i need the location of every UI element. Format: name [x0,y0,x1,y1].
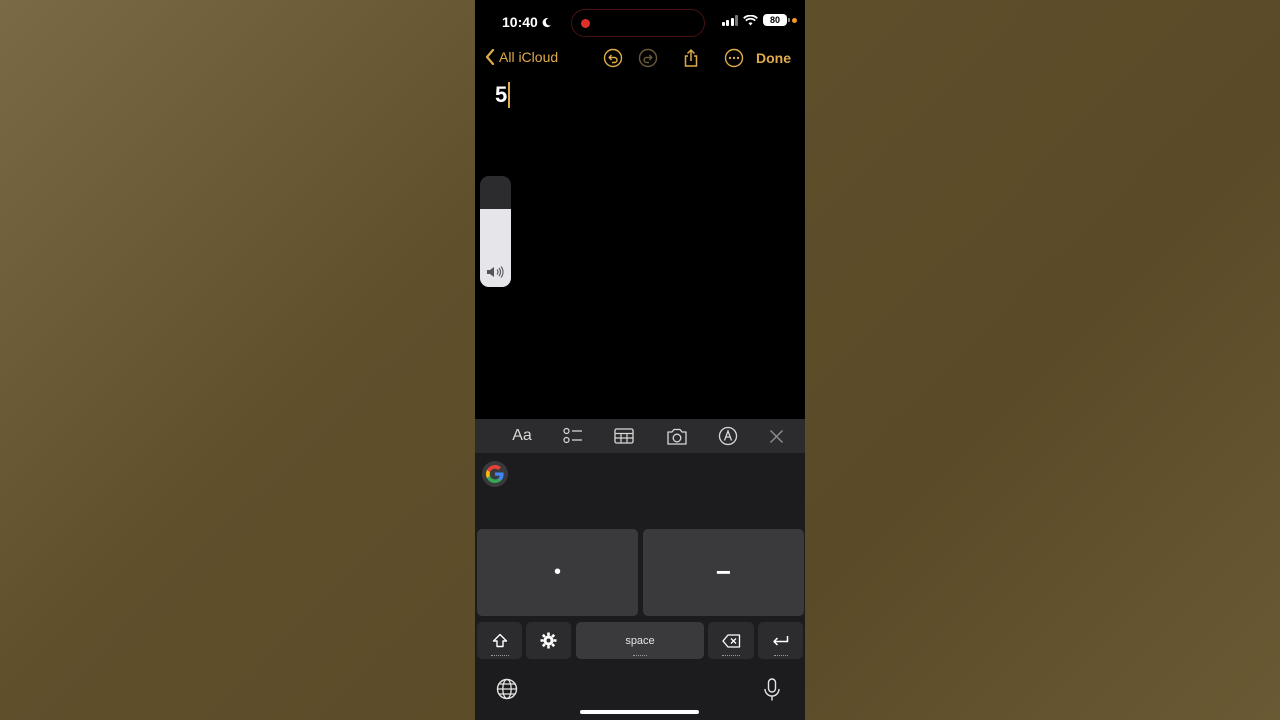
globe-button[interactable] [496,678,518,705]
dot-key[interactable]: • [477,529,638,616]
format-button[interactable]: Aa [511,426,533,446]
time-label: 10:40 [502,14,538,30]
close-icon [769,429,783,443]
table-button[interactable] [614,426,634,446]
back-label: All iCloud [499,49,559,65]
checklist-button[interactable] [563,426,583,446]
status-indicators: 80 [721,14,797,26]
chevron-left-icon [485,49,495,65]
more-button[interactable] [724,48,744,68]
volume-hud [480,176,511,287]
morse-hint [633,655,647,656]
google-g-icon [486,465,504,483]
phone-screen: 10:40 80 All iCloud Done 5 Aa • − space [475,0,805,720]
home-indicator[interactable] [580,710,699,714]
space-key[interactable]: space [576,622,704,659]
dynamic-island [571,9,705,37]
close-toolbar-button[interactable] [768,426,784,446]
space-label: space [625,634,655,647]
google-icon[interactable] [482,461,508,487]
redo-icon [638,48,658,68]
shift-arrow-icon [492,633,507,648]
backspace-key[interactable] [708,622,754,659]
text-cursor [508,82,511,108]
share-icon [684,48,698,67]
camera-icon [667,428,687,445]
morse-keyboard: • − space [475,453,805,720]
speaker-icon [487,266,504,278]
back-button[interactable]: All iCloud [485,49,558,65]
status-time: 10:40 [502,14,552,30]
recording-indicator [581,19,590,28]
globe-icon [496,678,518,700]
battery-icon: 80 [763,14,790,26]
morse-hint [722,655,740,656]
markup-button[interactable] [718,426,738,446]
return-arrow-icon [773,635,789,646]
gear-icon [540,632,557,649]
settings-key[interactable] [526,622,571,659]
privacy-indicator [792,17,797,23]
markup-pen-icon [718,426,738,446]
camera-button[interactable] [666,426,688,446]
morse-hint [773,655,788,656]
cellular-signal-icon [721,14,738,26]
note-content: 5 [495,82,508,107]
undo-button[interactable] [603,48,623,68]
morse-hint [490,655,509,656]
format-toolbar: Aa [475,419,805,453]
table-icon [614,428,634,444]
ellipsis-circle-icon [724,48,744,68]
wifi-icon [743,14,758,26]
done-button[interactable]: Done [756,50,791,66]
battery-level: 80 [769,15,780,25]
return-key[interactable] [758,622,803,659]
share-button[interactable] [681,48,701,68]
dash-key[interactable]: − [643,529,804,616]
dictation-button[interactable] [763,678,781,707]
note-body[interactable]: 5 [495,82,511,108]
undo-icon [603,48,623,68]
moon-icon [542,17,551,27]
redo-button[interactable] [638,48,658,68]
backspace-icon [721,633,740,648]
microphone-icon [764,678,780,701]
checklist-icon [563,427,582,444]
shift-key[interactable] [477,622,522,659]
